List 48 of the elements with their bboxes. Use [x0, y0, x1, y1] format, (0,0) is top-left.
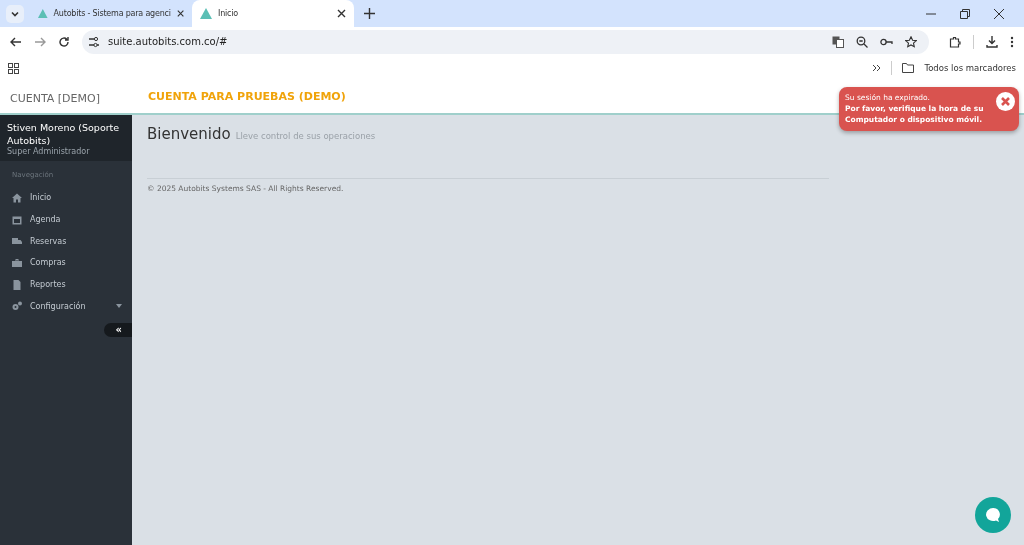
zoom-icon[interactable]: [856, 35, 868, 48]
user-role: Super Administrador: [7, 147, 91, 156]
file-icon: [12, 279, 22, 290]
chat-button[interactable]: [975, 497, 1011, 533]
nav-item[interactable]: Configuración: [0, 295, 132, 318]
restore-icon[interactable]: [960, 8, 970, 19]
close-icon[interactable]: [176, 9, 184, 18]
nav-item[interactable]: Inicio: [0, 187, 132, 209]
close-icon[interactable]: [337, 9, 346, 18]
star-icon[interactable]: [905, 35, 917, 48]
translate-icon[interactable]: [832, 35, 844, 48]
tab-title: Inicio: [218, 9, 239, 18]
tab-title: Autobits - Sistema para agenci: [53, 9, 171, 18]
brand-title: CUENTA [DEMO]: [10, 92, 100, 105]
url-text: suite.autobits.com.co/#: [108, 36, 228, 47]
folder-icon: [902, 63, 915, 73]
user-name: Stiven Moreno (Soporte Autobits): [7, 121, 121, 147]
puzzle-icon[interactable]: [949, 35, 961, 48]
chat-bubble-icon: [985, 507, 1001, 523]
browser-tab[interactable]: Inicio: [192, 0, 354, 27]
bookmarks-folder[interactable]: Todos los marcadores: [924, 63, 1016, 73]
nav-item[interactable]: Reportes: [0, 273, 132, 296]
triangle-icon: [200, 8, 212, 19]
apps-grid-icon[interactable]: [8, 62, 19, 74]
collapse-button[interactable]: «: [103, 323, 132, 338]
tab-search-button[interactable]: [6, 4, 24, 23]
download-icon[interactable]: [986, 35, 998, 48]
nav-item[interactable]: Compras: [0, 252, 132, 274]
home-icon: [12, 192, 22, 203]
nav-item[interactable]: Agenda: [0, 208, 132, 231]
reload-icon[interactable]: [58, 35, 70, 48]
address-bar[interactable]: suite.autobits.com.co/#: [82, 29, 929, 54]
browser-tab[interactable]: Autobits - Sistema para agenci: [30, 0, 192, 27]
account-title: CUENTA PARA PRUEBAS (DEMO): [148, 90, 346, 103]
page-title: Bienvenido: [147, 125, 231, 143]
caret-icon: [116, 304, 122, 309]
double-chevron-icon[interactable]: [872, 64, 882, 72]
calendar-icon: [12, 214, 22, 225]
triangle-icon: [38, 8, 48, 19]
gears-icon: [12, 301, 22, 312]
site-settings-icon[interactable]: [88, 35, 100, 48]
back-icon[interactable]: [10, 35, 22, 48]
forward-icon[interactable]: [34, 35, 46, 48]
close-window-icon[interactable]: [994, 8, 1004, 19]
menu-icon[interactable]: [1010, 35, 1014, 48]
new-tab-icon[interactable]: [364, 8, 375, 19]
nav-item[interactable]: Reservas: [0, 230, 132, 253]
briefcase-icon: [12, 257, 22, 268]
